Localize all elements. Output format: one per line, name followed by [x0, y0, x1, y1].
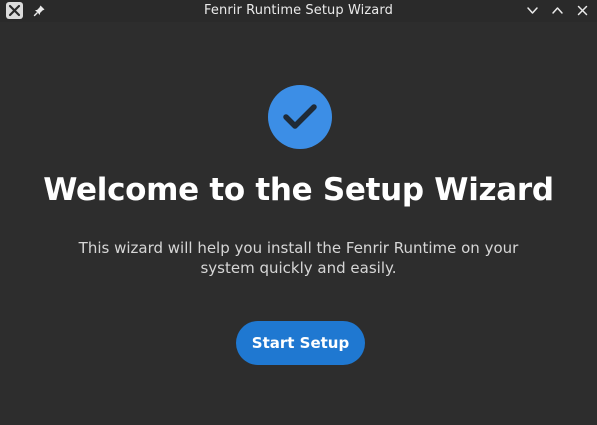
start-setup-button[interactable]: Start Setup	[236, 321, 365, 365]
wizard-content: Welcome to the Setup Wizard This wizard …	[0, 22, 597, 425]
setup-wizard-window: Fenrir Runtime Setup Wizard Welcome to t…	[0, 0, 597, 425]
welcome-heading: Welcome to the Setup Wizard	[43, 172, 554, 208]
checkmark-circle-icon	[268, 85, 332, 149]
window-title: Fenrir Runtime Setup Wizard	[204, 3, 393, 18]
titlebar: Fenrir Runtime Setup Wizard	[0, 0, 597, 22]
chevron-down-icon[interactable]	[524, 2, 541, 19]
welcome-description: This wizard will help you install the Fe…	[78, 239, 519, 277]
titlebar-window-controls	[524, 2, 591, 19]
close-icon[interactable]	[574, 2, 591, 19]
chevron-up-icon[interactable]	[549, 2, 566, 19]
